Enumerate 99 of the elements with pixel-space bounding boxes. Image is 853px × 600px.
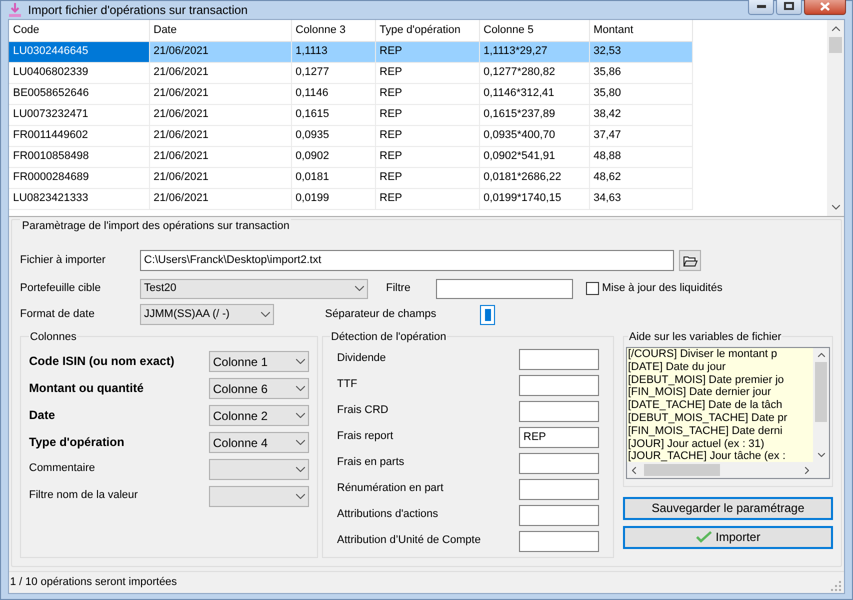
chevron-right-icon [805,466,809,474]
column-header[interactable]: Colonne 3 [291,20,375,41]
field-label: Filtre nom de la valeur [29,488,139,503]
field-label: Frais en parts [337,455,406,470]
folder-icon [682,254,698,266]
vertical-scrollbar[interactable] [827,20,844,216]
detection-field[interactable] [519,505,599,526]
help-list-item[interactable]: [FIN_MOIS_TACHE] Date derni [628,424,812,438]
chevron-down-icon [296,359,305,364]
field-label: Frais CRD [337,403,390,418]
help-list-item[interactable]: [FIN_MOIS] Date dernier jour [628,386,812,400]
detection-field[interactable] [519,531,599,552]
field-label: Portefeuille cible [20,281,102,296]
chevron-down-icon [296,494,305,499]
field-label: Code ISIN (ou nom exact) [29,353,176,370]
browse-button[interactable] [679,250,701,271]
chevron-left-icon [632,466,636,474]
chevron-down-icon [296,386,305,391]
field-label: Montant ou quantité [29,380,145,397]
help-list-item[interactable]: [JOUR] Jour actuel (ex : 31) [628,438,812,450]
field-label: Type d'opération [29,434,126,451]
field-label: Frais report [337,429,394,444]
field-label: Commentaire [29,461,96,476]
chevron-down-icon [818,453,824,457]
table-row[interactable]: FR0000284689 21/06/2021 0,0181 REP 0,0181*2686,22 48,62 [9,167,692,188]
chevron-down-icon [355,286,364,291]
save-settings-button[interactable]: Sauvegarder le paramétrage [623,496,833,520]
field-label: Fichier à importer [20,253,107,268]
field-label: Rénumération en part [337,481,444,496]
window-title: Import fichier d'opérations sur transaction [28,2,248,19]
section-title: Paramètrage de l'import des opérations sur transaction [20,218,292,234]
checkbox[interactable] [586,282,599,295]
maximize-button[interactable] [776,0,802,15]
group-title: Détection de l'opération [330,328,448,345]
field-label: Séparateur de champs [325,307,438,322]
separator-field[interactable] [480,304,495,324]
detection-field[interactable] [519,375,599,396]
help-list-item[interactable]: [DATE] Date du jour [628,360,812,374]
help-list-item[interactable]: [/COURS] Diviser le montant p [628,348,812,361]
resize-grip-icon [831,581,841,591]
chevron-down-icon [296,413,305,418]
chevron-up-icon [832,26,840,31]
checkmark-icon [696,531,712,543]
field-label: Format de date [20,307,96,322]
column-dropdown[interactable]: Colonne 2 [209,405,309,426]
chevron-down-icon [296,440,305,445]
table-row[interactable]: LU0823421333 21/06/2021 0,0199 REP 0,0199*1740,15 34,63 [9,188,692,209]
help-list-item[interactable]: [DATE_TACHE] Date de la tâch [628,399,812,412]
table-row[interactable]: LU0406802339 21/06/2021 0,1277 REP 0,1277*280,82 35,86 [9,62,692,83]
column-header[interactable]: Code [9,20,149,41]
help-list-item[interactable]: [JOUR_TACHE] Jour tâche (ex : [628,450,812,462]
help-list-item[interactable]: [DEBUT_MOIS_TACHE] Date pr [628,412,812,425]
help-list[interactable] [626,347,830,479]
chevron-up-icon [818,353,824,357]
column-dropdown[interactable]: Colonne 1 [209,351,309,372]
table-row[interactable]: FR0010858498 21/06/2021 0,0902 REP 0,0902*541,91 48,88 [9,146,692,167]
chevron-down-icon [261,312,270,317]
minimize-icon [756,4,766,8]
scrollbar-thumb[interactable] [815,362,827,422]
date-format-dropdown[interactable]: JJMM(SS)AA (/ -) [140,304,274,325]
maximize-icon [784,2,794,10]
table-row[interactable]: FR0011449602 21/06/2021 0,0935 REP 0,0935*400,70 37,47 [9,125,692,146]
column-dropdown[interactable]: Colonne 4 [209,432,309,453]
vertical-scrollbar[interactable] [813,348,829,462]
file-path-field[interactable]: C:\Users\Franck\Desktop\import2.txt [140,250,674,271]
field-label: Filtre [386,281,412,296]
column-header[interactable]: Date [149,20,291,41]
detection-field[interactable] [519,479,599,500]
table-row[interactable]: LU0073232471 21/06/2021 0,1615 REP 0,1615*237,89 38,42 [9,104,692,125]
field-label: Attributions d'actions [337,507,440,522]
detection-field[interactable] [519,349,599,370]
column-dropdown[interactable]: Colonne 6 [209,378,309,399]
help-list-item[interactable]: [DEBUT_MOIS] Date premier jo [628,374,812,386]
column-header[interactable]: Type d'opération [375,20,479,41]
chevron-down-icon [832,205,840,210]
field-label: TTF [337,377,358,392]
scrollbar-thumb[interactable] [829,37,842,53]
checkbox-label: Mise à jour des liquidités [602,281,722,296]
scrollbar-thumb[interactable] [644,464,720,476]
horizontal-scrollbar[interactable] [627,462,829,478]
minimize-button[interactable] [748,0,774,15]
detection-field[interactable] [519,401,599,422]
selected-table-row[interactable]: LU0302446645 21/06/2021 1,1113 REP 1,1113*29,27 32,53 [9,41,692,62]
column-header[interactable]: Colonne 5 [479,20,589,41]
download-tray-icon [7,2,23,18]
detection-field[interactable]: REP [519,427,599,448]
status-text: 1 / 10 opérations seront importées [10,574,177,590]
field-label: Attribution d’Unité de Compte [337,533,482,548]
import-button[interactable]: Importer [623,526,833,548]
chevron-down-icon [296,467,305,472]
close-icon [820,2,830,10]
field-label: Dividende [337,351,387,366]
table-row[interactable]: BE0058652646 21/06/2021 0,1146 REP 0,1146*312,41 35,80 [9,83,692,104]
portfolio-dropdown[interactable]: Test20 [140,278,368,298]
close-button[interactable] [804,0,846,15]
detection-field[interactable] [519,453,599,474]
field-label: Date [29,407,56,424]
column-header[interactable]: Montant [589,20,692,41]
filter-field[interactable] [436,278,573,298]
